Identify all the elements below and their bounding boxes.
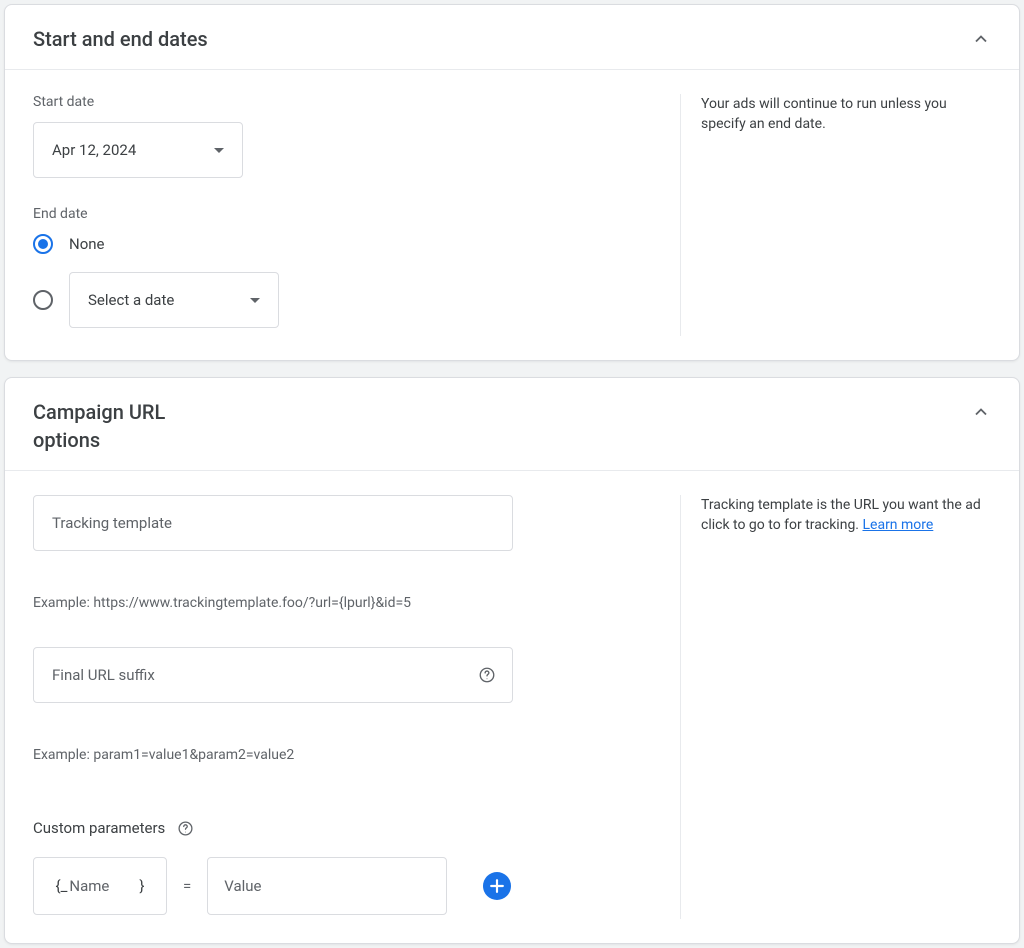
url-help-text: Tracking template is the URL you want th…: [701, 497, 981, 533]
start-date-picker[interactable]: Apr 12, 2024: [33, 122, 243, 178]
tracking-template-placeholder: Tracking template: [52, 514, 172, 532]
collapse-icon[interactable]: [971, 25, 991, 49]
help-icon[interactable]: [478, 666, 496, 684]
end-date-placeholder: Select a date: [88, 291, 174, 309]
param-name-placeholder: Name: [69, 877, 109, 895]
end-date-label: End date: [33, 206, 652, 222]
brace-open: {_: [56, 877, 68, 895]
dropdown-icon: [250, 298, 260, 303]
add-parameter-button[interactable]: [483, 872, 511, 900]
learn-more-link[interactable]: Learn more: [862, 517, 933, 533]
custom-param-value-input[interactable]: Value: [207, 857, 447, 915]
start-date-value: Apr 12, 2024: [52, 141, 136, 159]
custom-param-name-input[interactable]: {_ Name }: [33, 857, 167, 915]
start-end-dates-card: Start and end dates Start date Apr 12, 2…: [4, 4, 1020, 361]
end-date-picker[interactable]: Select a date: [69, 272, 279, 328]
card-header: Campaign URL options: [5, 378, 1019, 471]
equals-sign: =: [179, 877, 195, 895]
dropdown-icon: [214, 148, 224, 153]
card-title-url: Campaign URL options: [33, 398, 193, 454]
custom-parameters-label: Custom parameters: [33, 819, 165, 837]
end-date-none-radio[interactable]: [33, 234, 53, 254]
card-title-dates: Start and end dates: [33, 25, 208, 53]
tracking-template-example: Example: https://www.trackingtemplate.fo…: [33, 595, 652, 611]
final-url-suffix-example: Example: param1=value1&param2=value2: [33, 747, 652, 763]
final-url-suffix-placeholder: Final URL suffix: [52, 666, 155, 684]
url-options-card: Campaign URL options Tracking template E…: [4, 377, 1020, 944]
final-url-suffix-input[interactable]: Final URL suffix: [33, 647, 513, 703]
end-date-none-label: None: [69, 235, 105, 253]
param-value-placeholder: Value: [224, 877, 261, 895]
help-icon[interactable]: [177, 820, 194, 837]
end-date-select-radio[interactable]: [33, 290, 53, 310]
collapse-icon[interactable]: [971, 398, 991, 422]
card-header: Start and end dates: [5, 5, 1019, 70]
tracking-template-input[interactable]: Tracking template: [33, 495, 513, 551]
brace-close: }: [139, 877, 144, 895]
start-date-label: Start date: [33, 94, 652, 110]
dates-help-text: Your ads will continue to run unless you…: [701, 96, 947, 132]
